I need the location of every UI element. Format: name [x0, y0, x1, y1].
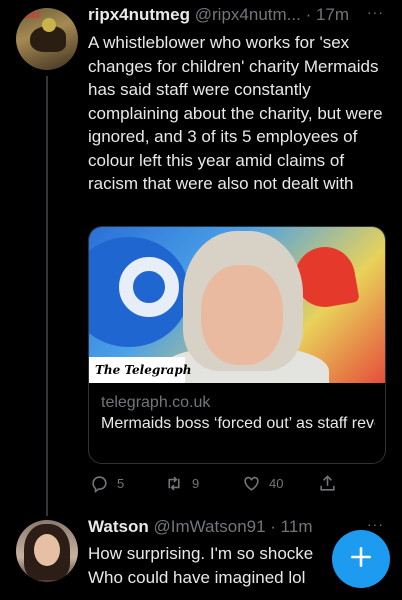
like-button[interactable]: 40: [242, 474, 283, 493]
person-face: [201, 265, 283, 365]
plus-icon: [348, 544, 374, 575]
link-domain: telegraph.co.uk: [101, 394, 211, 411]
more-options-icon[interactable]: ···: [367, 4, 384, 20]
jockey-shape: [42, 18, 56, 32]
heart-icon: [242, 474, 261, 493]
link-card[interactable]: The Telegraph telegraph.co.uk Mermaids b…: [88, 226, 386, 464]
avatar[interactable]: Post: [16, 8, 78, 70]
display-name[interactable]: ripx4nutmeg: [88, 5, 190, 24]
like-count: 40: [269, 476, 284, 491]
avatar-face: [34, 534, 60, 566]
timestamp[interactable]: · 11m: [270, 517, 312, 536]
publisher-logo: The Telegraph: [89, 357, 191, 383]
link-card-info: telegraph.co.uk Mermaids boss ‘forced ou…: [89, 384, 385, 442]
share-icon: [318, 474, 337, 493]
tweet-header: ripx4nutmeg @ripx4nutm... · 17m: [88, 4, 349, 26]
handle[interactable]: @ripx4nutm...: [195, 5, 301, 24]
display-name[interactable]: Watson: [88, 517, 149, 536]
reply-count: 5: [117, 476, 125, 491]
reply-icon: [90, 474, 109, 493]
reply-button[interactable]: 5: [90, 474, 124, 493]
retweet-button[interactable]: 9: [164, 474, 199, 493]
share-button[interactable]: [318, 474, 337, 493]
background-ring: [119, 257, 179, 317]
tweet-text: How surprising. I'm so shocke Who could …: [88, 544, 314, 587]
avatar[interactable]: [16, 520, 78, 582]
compose-tweet-button[interactable]: [332, 530, 390, 588]
retweet-count: 9: [192, 476, 200, 491]
more-options-icon[interactable]: ···: [367, 516, 384, 532]
tweet-actions: 5 9 40: [88, 474, 388, 494]
tweet-text: A whistleblower who works for 'sex chang…: [88, 33, 383, 193]
tweet-header: Watson @ImWatson91 · 11m: [88, 516, 313, 538]
handle[interactable]: @ImWatson91: [154, 517, 266, 536]
retweet-icon: [164, 474, 184, 493]
link-title: Mermaids boss ‘forced out’ as staff revo…: [101, 415, 375, 432]
tweet[interactable]: Post ripx4nutmeg @ripx4nutm... · 17m ···…: [0, 0, 402, 508]
link-card-image: The Telegraph: [89, 227, 385, 383]
avatar-logo-text: Post: [18, 10, 40, 21]
timestamp[interactable]: · 17m: [306, 5, 349, 24]
